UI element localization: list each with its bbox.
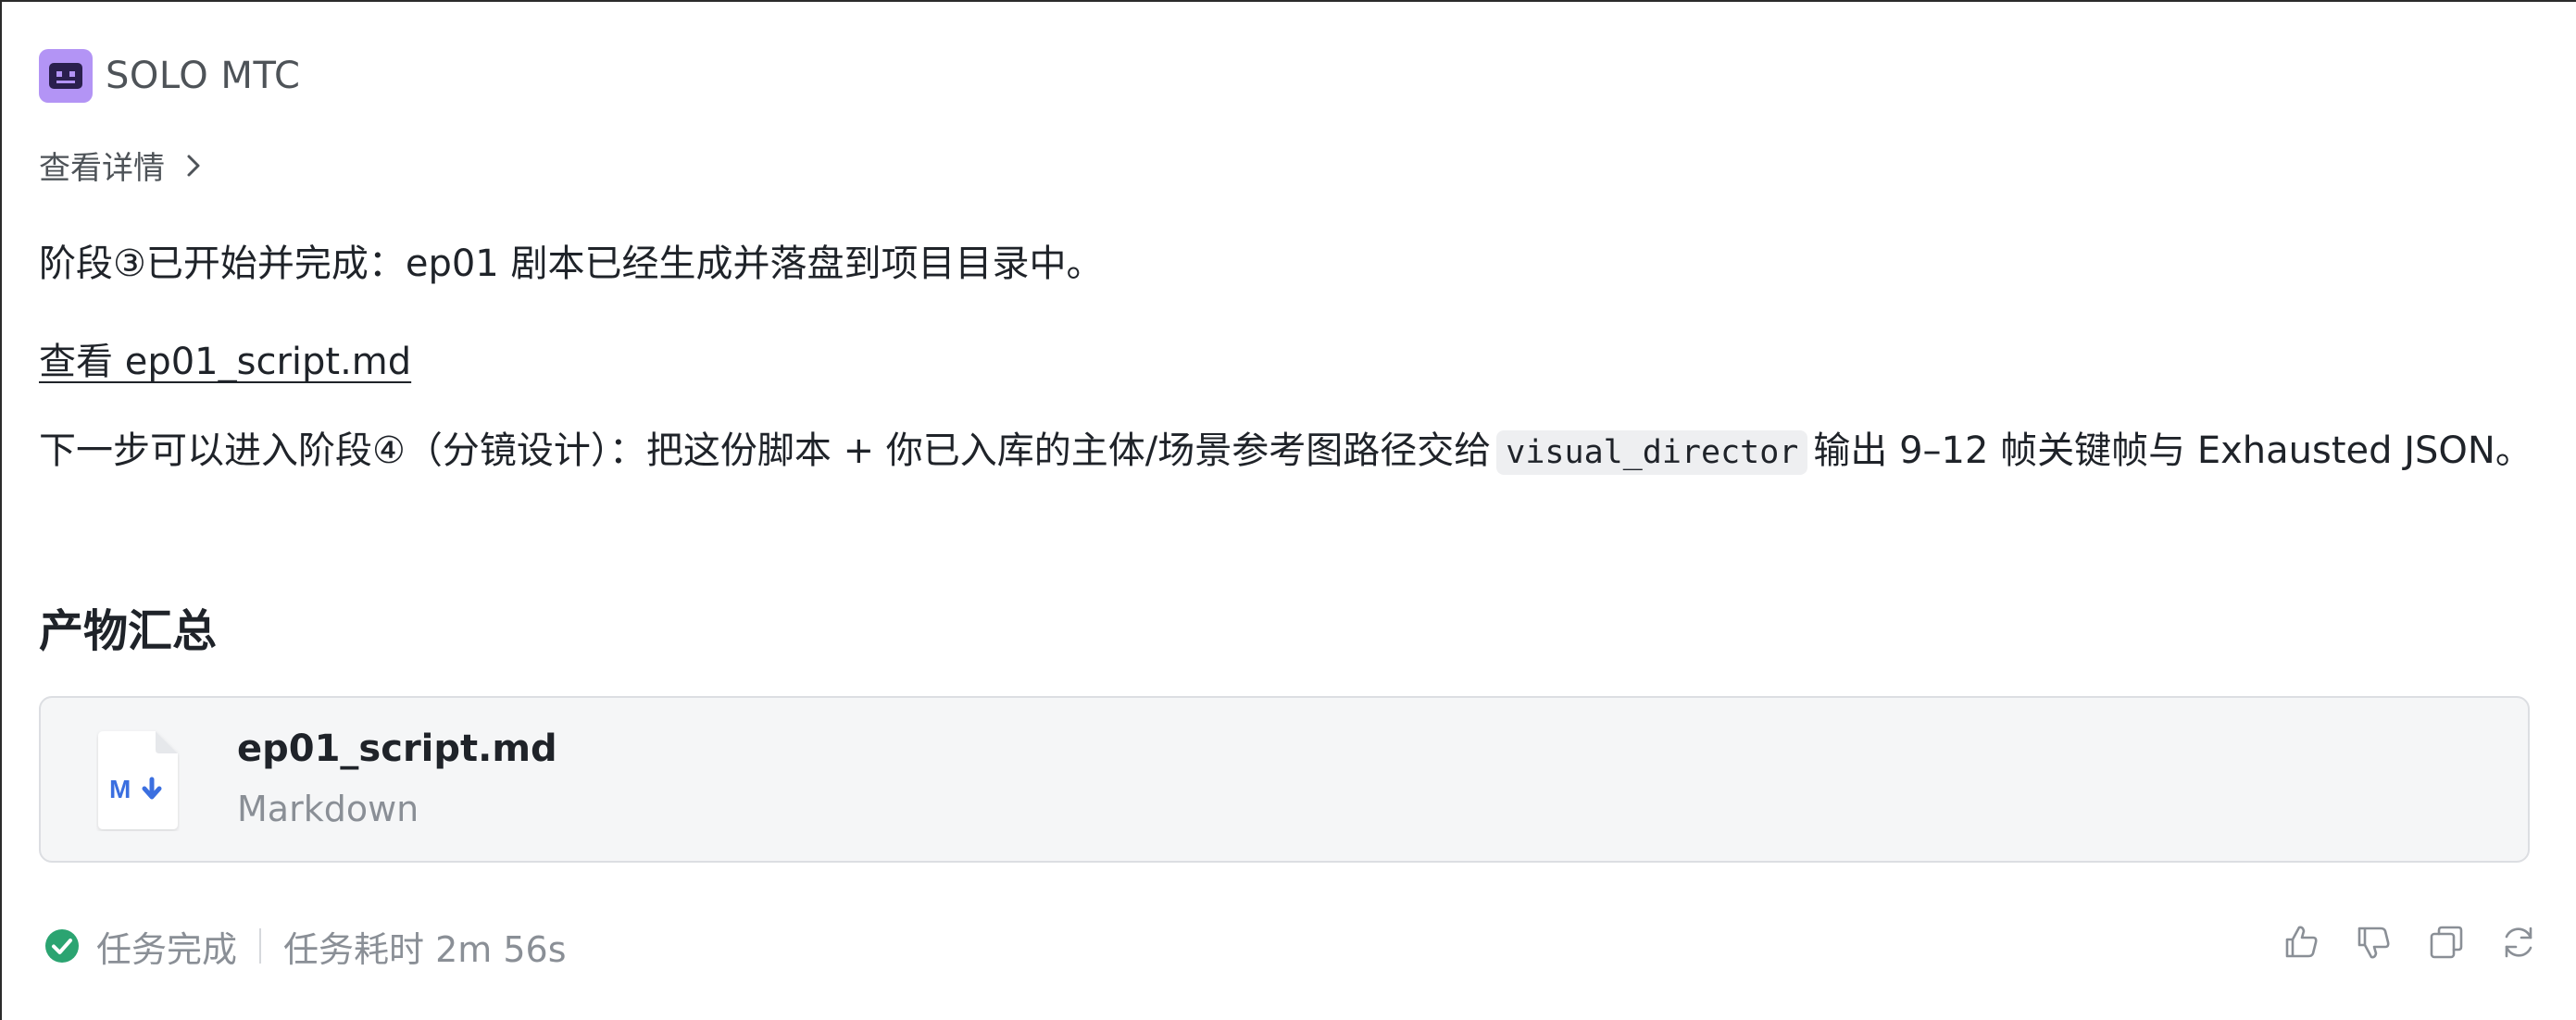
copy-button[interactable] bbox=[2426, 922, 2467, 963]
markdown-file-icon: M bbox=[96, 729, 180, 831]
task-duration: 任务耗时 2m 56s bbox=[283, 928, 567, 970]
message-actions bbox=[2250, 922, 2539, 963]
robot-icon bbox=[39, 49, 93, 103]
task-footer: 任务完成 任务耗时 2m 56s bbox=[44, 923, 567, 970]
artifacts-heading: 产物汇总 bbox=[39, 605, 218, 657]
task-status: 任务完成 bbox=[96, 928, 238, 970]
next-step-prefix: 下一步可以进入阶段④（分镜设计）：把这份脚本 + 你已入库的主体/场景参考图路径… bbox=[39, 429, 1492, 472]
next-step-paragraph: 下一步可以进入阶段④（分镜设计）：把这份脚本 + 你已入库的主体/场景参考图路径… bbox=[39, 420, 2539, 483]
refresh-icon bbox=[2505, 927, 2532, 958]
next-step-suffix: 输出 9–12 帧关键帧与 Exhausted JSON。 bbox=[1813, 429, 2532, 472]
view-details-button[interactable]: 查看详情 bbox=[39, 143, 202, 188]
inline-code: visual_director bbox=[1496, 430, 1808, 475]
status-paragraph: 阶段③已开始并完成：ep01 剧本已经生成并落盘到项目目录中。 bbox=[39, 243, 1104, 285]
copy-icon bbox=[2430, 926, 2463, 959]
file-card[interactable]: M ep01_script.md Markdown bbox=[39, 696, 2530, 863]
script-file-link[interactable]: 查看 ep01_script.md bbox=[39, 331, 411, 385]
svg-text:M: M bbox=[109, 775, 131, 803]
file-name: ep01_script.md bbox=[237, 728, 557, 770]
thumbs-up-icon bbox=[2285, 926, 2318, 958]
regenerate-button[interactable] bbox=[2498, 922, 2539, 963]
dislike-button[interactable] bbox=[2354, 922, 2395, 963]
view-details-label: 查看详情 bbox=[39, 150, 165, 187]
like-button[interactable] bbox=[2282, 922, 2322, 963]
divider bbox=[259, 928, 262, 964]
thumbs-down-icon bbox=[2357, 927, 2390, 959]
check-circle-icon bbox=[45, 929, 79, 963]
agent-name: SOLO MTC bbox=[106, 55, 301, 97]
chevron-right-icon bbox=[185, 153, 202, 179]
file-type: Markdown bbox=[237, 789, 419, 829]
agent-header: SOLO MTC bbox=[39, 48, 300, 104]
